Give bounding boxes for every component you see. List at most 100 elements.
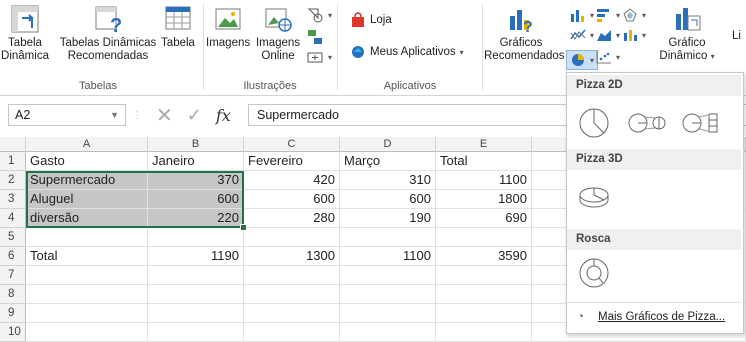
table-cell[interactable]: 1300: [244, 247, 340, 266]
table-cell[interactable]: [340, 228, 436, 247]
row-header[interactable]: 3: [0, 190, 26, 209]
table-cell[interactable]: Gasto: [26, 152, 148, 171]
row-header[interactable]: 4: [0, 209, 26, 228]
table-cell[interactable]: 310: [340, 171, 436, 190]
pie-2d-option[interactable]: [577, 106, 611, 140]
table-cell[interactable]: [244, 266, 340, 285]
fill-handle[interactable]: [240, 224, 247, 231]
table-cell[interactable]: [26, 285, 148, 304]
table-cell[interactable]: [26, 266, 148, 285]
row-header[interactable]: 8: [0, 285, 26, 304]
table-cell[interactable]: 1190: [148, 247, 244, 266]
table-cell[interactable]: [244, 228, 340, 247]
table-cell[interactable]: [148, 266, 244, 285]
table-cell[interactable]: [148, 285, 244, 304]
row-header[interactable]: 1: [0, 152, 26, 171]
radar-chart-button[interactable]: ▾: [622, 8, 646, 22]
loja-button[interactable]: Loja: [350, 12, 392, 28]
area-chart-icon: [597, 30, 611, 41]
table-cell[interactable]: [26, 228, 148, 247]
table-cell[interactable]: [436, 285, 532, 304]
table-cell[interactable]: 420: [244, 171, 340, 190]
linhas-button-cut[interactable]: Li: [732, 30, 746, 43]
chevron-down-icon[interactable]: ▼: [110, 105, 119, 125]
table-cell[interactable]: 370: [148, 171, 244, 190]
table-cell[interactable]: Total: [26, 247, 148, 266]
table-cell[interactable]: 220: [148, 209, 244, 228]
table-cell[interactable]: 1100: [340, 247, 436, 266]
table-cell[interactable]: [436, 323, 532, 342]
table-cell[interactable]: Aluguel: [26, 190, 148, 209]
row-header[interactable]: 5: [0, 228, 26, 247]
column-header[interactable]: E: [436, 137, 532, 152]
table-cell[interactable]: [26, 304, 148, 323]
table-cell[interactable]: [244, 323, 340, 342]
row-header[interactable]: 10: [0, 323, 26, 342]
table-cell[interactable]: [436, 266, 532, 285]
table-cell[interactable]: [148, 323, 244, 342]
table-cell[interactable]: [340, 323, 436, 342]
tabela-button[interactable]: Tabela: [160, 4, 196, 50]
insert-function-icon[interactable]: fx: [216, 106, 231, 125]
table-cell[interactable]: diversão: [26, 209, 148, 228]
bar-of-pie-option[interactable]: [681, 106, 721, 140]
table-cell[interactable]: 600: [340, 190, 436, 209]
stock-chart-button[interactable]: ▾: [622, 28, 646, 42]
pie-3d-option[interactable]: [577, 180, 611, 214]
scatter-chart-button[interactable]: ▾: [596, 50, 620, 64]
table-cell[interactable]: [148, 304, 244, 323]
pie-chart-button[interactable]: ▾: [566, 50, 599, 70]
table-cell[interactable]: [244, 285, 340, 304]
enter-check-icon[interactable]: ✓: [187, 105, 202, 126]
column-header[interactable]: B: [148, 137, 244, 152]
tabelas-recomendadas-button[interactable]: ? Tabelas Dinâmicas Recomendadas: [58, 4, 158, 63]
table-cell[interactable]: [436, 304, 532, 323]
column-chart-button[interactable]: ▾: [570, 8, 594, 22]
table-cell[interactable]: Janeiro: [148, 152, 244, 171]
imagens-button[interactable]: Imagens: [206, 4, 250, 50]
row-header[interactable]: 2: [0, 171, 26, 190]
table-cell[interactable]: 3590: [436, 247, 532, 266]
select-all-corner[interactable]: [0, 137, 26, 152]
imagens-online-button[interactable]: Imagens Online: [254, 4, 302, 63]
table-cell[interactable]: [340, 285, 436, 304]
table-cell[interactable]: 690: [436, 209, 532, 228]
table-cell[interactable]: [340, 304, 436, 323]
table-cell[interactable]: [26, 323, 148, 342]
shapes-button[interactable]: ▾: [306, 6, 332, 24]
table-cell[interactable]: Março: [340, 152, 436, 171]
area-chart-button[interactable]: ▾: [596, 28, 620, 42]
tabela-dinamica-button[interactable]: Tabela Dinâmica: [0, 4, 50, 63]
doughnut-option[interactable]: [577, 256, 611, 290]
meus-aplicativos-button[interactable]: Meus Aplicativos ▾: [350, 44, 464, 60]
table-cell[interactable]: 1800: [436, 190, 532, 209]
bar-chart-button[interactable]: ▾: [596, 8, 620, 22]
table-cell[interactable]: [340, 266, 436, 285]
more-pie-charts-link[interactable]: ◔ Mais Gráficos de Pizza...: [567, 302, 741, 331]
pie-of-pie-option[interactable]: [627, 106, 667, 140]
table-cell[interactable]: 1100: [436, 171, 532, 190]
row-header[interactable]: 7: [0, 266, 26, 285]
screenshot-button[interactable]: ▾: [306, 50, 332, 64]
row-header[interactable]: 9: [0, 304, 26, 323]
grafico-dinamico-button[interactable]: Gráfico Dinâmico ▾: [656, 4, 718, 63]
graficos-recomendados-button[interactable]: ? Gráficos Recomendados: [484, 4, 565, 63]
table-cell[interactable]: Fevereiro: [244, 152, 340, 171]
table-cell[interactable]: Supermercado: [26, 171, 148, 190]
table-cell[interactable]: Total: [436, 152, 532, 171]
table-cell[interactable]: [436, 228, 532, 247]
smartart-button[interactable]: [306, 28, 324, 46]
table-cell[interactable]: 190: [340, 209, 436, 228]
name-box[interactable]: A2 ▼: [8, 104, 126, 126]
column-header[interactable]: D: [340, 137, 436, 152]
column-header[interactable]: C: [244, 137, 340, 152]
cancel-icon[interactable]: ✕: [156, 103, 173, 128]
table-cell[interactable]: [148, 228, 244, 247]
table-cell[interactable]: 600: [148, 190, 244, 209]
table-cell[interactable]: 600: [244, 190, 340, 209]
line-chart-button[interactable]: ▾: [570, 28, 594, 42]
table-cell[interactable]: 280: [244, 209, 340, 228]
row-header[interactable]: 6: [0, 247, 26, 266]
table-cell[interactable]: [244, 304, 340, 323]
column-header[interactable]: A: [26, 137, 148, 152]
